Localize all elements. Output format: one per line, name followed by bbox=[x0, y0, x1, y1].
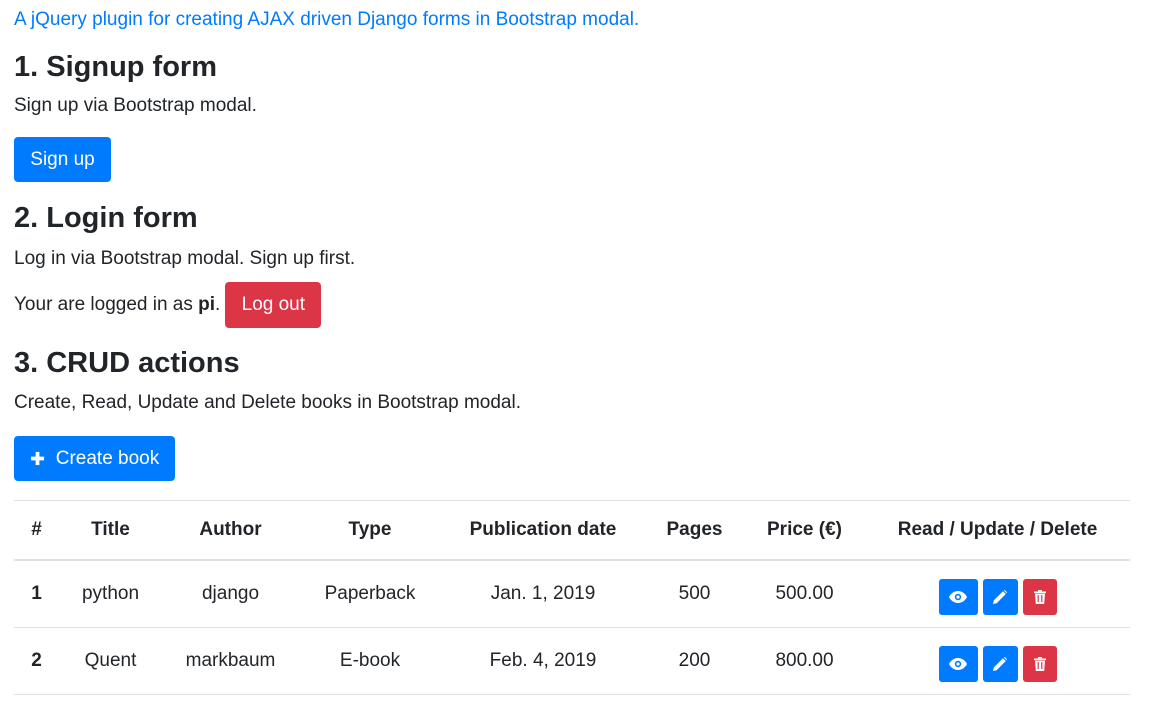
login-status-row: Your are logged in as pi. Log out bbox=[14, 282, 1130, 328]
table-row: 1 python django Paperback Jan. 1, 2019 5… bbox=[14, 560, 1130, 628]
signup-button[interactable]: Sign up bbox=[14, 137, 111, 182]
col-header-publication-date: Publication date bbox=[441, 500, 645, 561]
update-book-button[interactable] bbox=[982, 646, 1018, 682]
pencil-icon bbox=[993, 657, 1007, 671]
cell-publication-date: Feb. 4, 2019 bbox=[441, 627, 645, 695]
cell-title: Quent bbox=[59, 627, 162, 695]
cell-pages: 500 bbox=[645, 560, 744, 628]
cell-title: python bbox=[59, 560, 162, 628]
cell-actions bbox=[865, 627, 1130, 695]
row-actions bbox=[938, 579, 1057, 615]
read-book-button[interactable] bbox=[938, 646, 978, 682]
signup-description: Sign up via Bootstrap modal. bbox=[14, 95, 257, 116]
create-book-label: Create book bbox=[55, 448, 160, 469]
cell-pages: 200 bbox=[645, 627, 744, 695]
eye-icon bbox=[949, 591, 967, 603]
col-header-author: Author bbox=[162, 500, 299, 561]
login-description: Log in via Bootstrap modal. Sign up firs… bbox=[14, 248, 356, 269]
col-header-type: Type bbox=[299, 500, 441, 561]
trash-icon bbox=[1033, 657, 1046, 671]
create-book-button[interactable]: Create book bbox=[14, 436, 175, 481]
cell-publication-date: Jan. 1, 2019 bbox=[441, 560, 645, 628]
delete-book-button[interactable] bbox=[1022, 646, 1057, 682]
col-header-title: Title bbox=[59, 500, 162, 561]
logged-in-username: pi bbox=[198, 294, 216, 315]
trash-icon bbox=[1033, 590, 1046, 604]
col-header-pages: Pages bbox=[645, 500, 744, 561]
crud-description: Create, Read, Update and Delete books in… bbox=[14, 392, 521, 413]
login-status-prefix: Your are logged in as bbox=[14, 294, 199, 315]
table-header-row: # Title Author Type Publication date Pag… bbox=[14, 500, 1130, 561]
login-status-suffix: . bbox=[215, 294, 221, 315]
row-actions bbox=[938, 646, 1057, 682]
col-header-price: Price (€) bbox=[744, 500, 865, 561]
read-book-button[interactable] bbox=[938, 579, 978, 615]
cell-price: 500.00 bbox=[744, 560, 865, 628]
books-table-wrapper: # Title Author Type Publication date Pag… bbox=[14, 500, 1130, 695]
cell-number: 1 bbox=[14, 560, 59, 628]
signup-heading: 1. Signup form bbox=[14, 51, 217, 83]
plus-icon bbox=[30, 451, 46, 467]
intro-link[interactable]: A jQuery plugin for creating AJAX driven… bbox=[14, 0, 1130, 31]
login-heading: 2. Login form bbox=[14, 202, 198, 234]
cell-type: E-book bbox=[299, 627, 441, 695]
table-row: 2 Quent markbaum E-book Feb. 4, 2019 200… bbox=[14, 627, 1130, 695]
col-header-actions: Read / Update / Delete bbox=[865, 500, 1130, 561]
col-header-number: # bbox=[14, 500, 59, 561]
eye-icon bbox=[949, 658, 967, 670]
crud-heading: 3. CRUD actions bbox=[14, 347, 240, 379]
cell-author: markbaum bbox=[162, 627, 299, 695]
cell-number: 2 bbox=[14, 627, 59, 695]
update-book-button[interactable] bbox=[982, 579, 1018, 615]
cell-author: django bbox=[162, 560, 299, 628]
logout-button[interactable]: Log out bbox=[225, 282, 322, 328]
cell-actions bbox=[865, 560, 1130, 628]
books-table: # Title Author Type Publication date Pag… bbox=[14, 500, 1130, 695]
cell-type: Paperback bbox=[299, 560, 441, 628]
delete-book-button[interactable] bbox=[1022, 579, 1057, 615]
page: A jQuery plugin for creating AJAX driven… bbox=[0, 0, 1150, 695]
pencil-icon bbox=[993, 590, 1007, 604]
cell-price: 800.00 bbox=[744, 627, 865, 695]
login-status-text: Your are logged in as pi. bbox=[14, 294, 220, 316]
